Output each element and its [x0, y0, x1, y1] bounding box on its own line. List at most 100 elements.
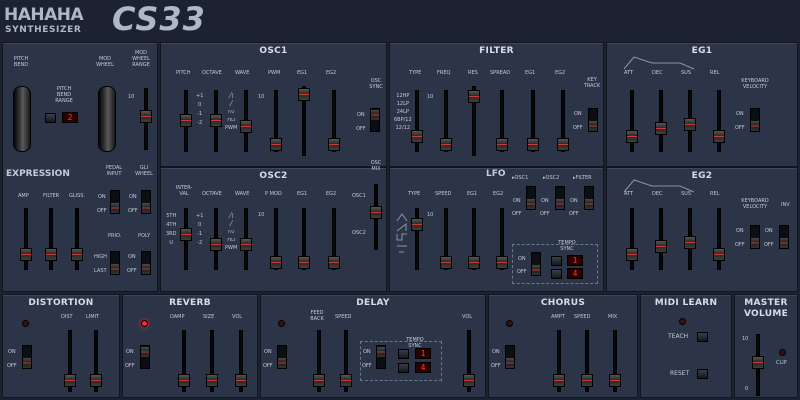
delay-tempo-sync-switch[interactable] [376, 345, 386, 369]
lfo-filter-switch[interactable] [584, 186, 594, 210]
lfo-speed-scale: 10 [427, 212, 434, 218]
lfo-eg1-fader[interactable] [468, 208, 480, 270]
lfo-speed-fader[interactable] [440, 208, 452, 270]
delay-switch[interactable] [277, 345, 287, 369]
eg2-invert-switch[interactable] [779, 225, 789, 249]
osc2-wave-values: ╱| ╱ ∩∪ ⊓⊔ PWM [225, 213, 238, 251]
dist-off: OFF [7, 363, 17, 369]
filter-spread-fader[interactable] [496, 90, 508, 152]
exp-amp-fader[interactable] [20, 208, 32, 270]
delay-vol-fader[interactable] [463, 330, 475, 392]
pedal-input-switch[interactable] [110, 190, 120, 214]
feedback-fader[interactable] [313, 330, 325, 392]
filter-eg2-fader[interactable] [557, 90, 569, 152]
mod-wheel[interactable] [98, 86, 116, 152]
teach-button[interactable] [697, 332, 708, 342]
eg1-dec-fader[interactable] [655, 90, 667, 152]
osc1-eg2-fader[interactable] [328, 90, 340, 152]
pitch-bend-range-button[interactable] [45, 113, 56, 123]
osc1-sync-switch[interactable] [370, 108, 380, 132]
eg2-sus-label: SUS [681, 191, 692, 197]
eg2-sus-fader[interactable] [684, 208, 696, 270]
reverb-switch[interactable] [140, 345, 150, 369]
lfo-sync-button-2[interactable] [551, 269, 562, 279]
eg2-velocity-switch[interactable] [750, 225, 760, 249]
expression-label: EXPRESSION [6, 169, 70, 179]
reverb-vol-fader[interactable] [235, 330, 247, 392]
chorus-speed-label: SPEED [574, 314, 591, 320]
eg2-att-fader[interactable] [626, 208, 638, 270]
lfo-eg1-label: EG1 [467, 191, 478, 197]
osc2-eg1-label: EG1 [297, 191, 308, 197]
teach-label: TEACH [668, 333, 689, 340]
filter-eg1-label: EG1 [525, 70, 536, 76]
osc2-eg1-fader[interactable] [298, 208, 310, 270]
osc1-sync-label: OSC SYNC [369, 78, 383, 90]
osc2-octave-fader[interactable] [210, 208, 222, 270]
osc2-eg2-fader[interactable] [328, 208, 340, 270]
eg1-kv-on: ON [736, 111, 744, 117]
priority-switch[interactable] [110, 251, 120, 275]
osc-mix-fader[interactable] [370, 184, 382, 250]
pitch-bend-range-display: 2 [62, 112, 78, 123]
delay-sync-display-2: 4 [415, 362, 431, 373]
pitch-bend-wheel[interactable] [13, 86, 31, 152]
eg1-rel-fader[interactable] [713, 90, 725, 152]
osc1-eg1-fader[interactable] [298, 86, 310, 156]
poly-switch[interactable] [141, 251, 151, 275]
filter-type-fader[interactable] [411, 90, 423, 152]
exp-filter-fader[interactable] [45, 208, 57, 270]
delay-sync-button-2[interactable] [398, 363, 409, 373]
filter-freq-scale: 10 [427, 94, 434, 100]
lfo-type-fader[interactable] [411, 208, 423, 270]
lfo-sync-button-1[interactable] [551, 256, 562, 266]
ampt-fader[interactable] [553, 330, 565, 392]
lfo-tempo-sync-switch[interactable] [531, 252, 541, 276]
damp-fader[interactable] [178, 330, 190, 392]
delay-speed-fader[interactable] [340, 330, 352, 392]
master-scale-top: 10 [742, 336, 749, 342]
chorus-mix-fader[interactable] [609, 330, 621, 392]
eg2-dec-fader[interactable] [655, 208, 667, 270]
dist-label: DIST [61, 314, 73, 320]
gliss-fader[interactable] [71, 208, 83, 270]
lfo-osc1-switch[interactable] [526, 186, 536, 210]
osc1-pitch-fader[interactable] [180, 90, 192, 152]
filter-freq-fader[interactable] [440, 90, 452, 152]
limit-fader[interactable] [90, 330, 102, 392]
chorus-speed-fader[interactable] [581, 330, 593, 392]
osc2-interval-fader[interactable] [180, 208, 192, 270]
eg1-velocity-switch[interactable] [750, 108, 760, 132]
eg2-dec-label: DEC [652, 191, 663, 197]
mod-wheel-range-fader[interactable] [140, 88, 152, 150]
delay-led [278, 320, 285, 327]
lfo-title: LFO [486, 169, 506, 179]
lfo-eg2-fader[interactable] [496, 208, 508, 270]
lfo-osc2-switch[interactable] [555, 186, 565, 210]
chorus-switch[interactable] [505, 345, 515, 369]
gli-wheel-switch[interactable] [141, 190, 151, 214]
eg2-rel-fader[interactable] [713, 208, 725, 270]
eg1-sus-fader[interactable] [684, 90, 696, 152]
eg1-kv-label: KEYBOARD VELOCITY [741, 78, 769, 90]
osc-mix-osc2: OSC2 [352, 230, 366, 236]
filter-type-label: TYPE [409, 70, 422, 76]
dist-fader[interactable] [64, 330, 76, 392]
reset-button[interactable] [697, 369, 708, 379]
eg1-dec-label: DEC [652, 70, 663, 76]
filter-eg1-fader[interactable] [527, 90, 539, 152]
distortion-switch[interactable] [22, 345, 32, 369]
delay-sync-button-1[interactable] [398, 349, 409, 359]
eg1-sus-label: SUS [681, 70, 692, 76]
filter-res-fader[interactable] [468, 86, 480, 156]
osc2-pmod-fader[interactable] [270, 208, 282, 270]
size-fader[interactable] [206, 330, 218, 392]
osc1-octave-fader[interactable] [210, 90, 222, 152]
osc1-wave-fader[interactable] [240, 90, 252, 152]
osc1-pwm-fader[interactable] [270, 90, 282, 152]
master-volume-fader[interactable] [752, 334, 764, 396]
eg1-att-fader[interactable] [626, 90, 638, 152]
brand-model: CS33 [112, 0, 206, 38]
filter-keytrack-switch[interactable] [588, 108, 598, 132]
osc2-wave-fader[interactable] [240, 208, 252, 270]
